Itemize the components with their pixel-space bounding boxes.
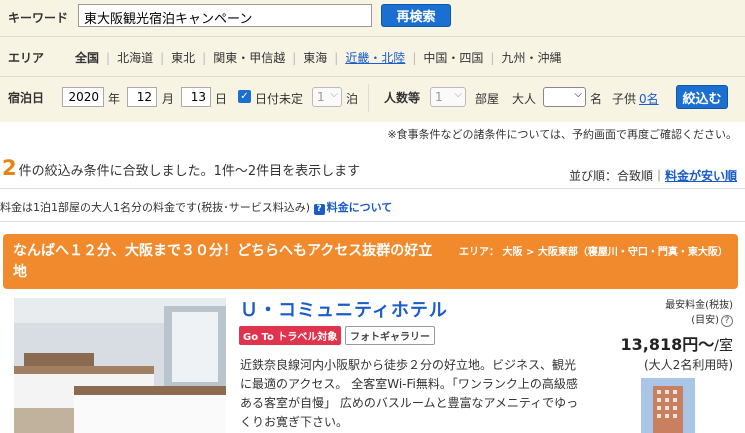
keyword-label: キーワード — [8, 11, 69, 25]
rooms-select[interactable]: 1 ⌵ — [430, 87, 466, 107]
hotel-name[interactable]: Ｕ・コミュニティホテル — [240, 296, 448, 322]
nights-unit: 泊 — [346, 92, 359, 106]
area-list: 全国 | 北海道 | 東北 | 関東・甲信越 | 東海 | 近畿・北陸 | 中国・四国 | 九… — [75, 49, 568, 66]
month-unit: 月 — [162, 92, 175, 106]
divider — [0, 188, 745, 189]
keyword-input[interactable]: 東大阪観光宿泊キャンペーン — [78, 4, 372, 27]
chevron-down-icon: ⌵ — [454, 89, 462, 100]
price-note-text: 料金は1泊1部屋の大人1名分の料金です(税抜･サービス料込み) — [0, 201, 311, 214]
result-count-text: 件の絞込み条件に合致しました。1件〜2件目を表示します — [18, 164, 361, 179]
day-input[interactable]: 13 — [181, 87, 211, 107]
date-undecided-checkbox[interactable]: ✓ — [238, 90, 251, 103]
divider — [0, 76, 745, 77]
hotel-description: 近鉄奈良線河内小阪駅から徒歩２分の好立地。ビジネス、観光に最適のアクセス。 全客… — [240, 358, 579, 429]
sort-label: 並び順：合致順｜ — [568, 169, 665, 183]
area-item-tokai[interactable]: 東海 — [296, 49, 334, 66]
adult-unit: 名 — [590, 92, 603, 106]
area-item-hokkaido[interactable]: 北海道 — [110, 49, 160, 66]
photo-gallery-tag[interactable]: フォトギャラリー — [345, 326, 435, 345]
research-button[interactable]: 再検索 — [381, 4, 451, 27]
banner-title[interactable]: なんばへ１２分、大阪まで３０分！どちらへもアクセス抜群の好立地 — [13, 241, 443, 283]
hotel-banner: なんばへ１２分、大阪まで３０分！どちらへもアクセス抜群の好立地 エリア： 大阪 … — [3, 234, 738, 289]
rooms-unit: 部屋 — [475, 92, 500, 106]
area-item-kyushu[interactable]: 九州・沖縄 — [494, 49, 568, 66]
divider — [0, 36, 745, 37]
price-help-link[interactable]: ? 料金について — [313, 201, 392, 215]
banner-area: エリア： 大阪 > 大阪東部（寝屋川・守口・門真・東大阪） — [459, 247, 728, 258]
year-input[interactable]: 2020 — [62, 87, 104, 107]
area-item-kinki[interactable]: 近畿・北陸 — [338, 49, 412, 66]
sort-price-link[interactable]: 料金が安い順 — [665, 169, 737, 183]
price-note: 料金は1泊1部屋の大人1名分の料金です(税抜･サービス料込み) ? 料金について — [0, 199, 392, 215]
price-label-2: (目安) — [691, 315, 719, 326]
result-count: 2 件の絞込み条件に合致しました。1件〜2件目を表示します — [2, 156, 360, 180]
area-item-tohoku[interactable]: 東北 — [164, 49, 202, 66]
month-input[interactable]: 12 — [127, 87, 157, 107]
divider — [368, 84, 369, 112]
stay-date-label: 宿泊日 — [8, 91, 45, 105]
divider — [0, 221, 745, 222]
filter-button[interactable]: 絞込む — [676, 85, 728, 109]
people-label: 人数等 — [384, 91, 421, 105]
year-unit: 年 — [108, 92, 121, 106]
price-label-1: 最安料金(税抜) — [665, 300, 733, 311]
area-item-all[interactable]: 全国 — [75, 49, 106, 66]
child-label: 子供 — [612, 92, 637, 106]
nights-select[interactable]: 1 ⌵ — [312, 87, 342, 107]
sort-order: 並び順：合致順｜料金が安い順 — [569, 167, 737, 184]
chevron-down-icon: ⌵ — [574, 89, 582, 100]
search-panel: キーワード 東大阪観光宿泊キャンペーン 再検索 エリア 全国 | 北海道 | 東北 |… — [0, 0, 745, 122]
date-undecided-label: 日付未定 — [255, 92, 304, 106]
hotel-photo[interactable] — [14, 298, 226, 433]
price-sub: (大人2名利用時) — [644, 358, 733, 372]
result-count-number: 2 — [2, 156, 17, 180]
area-item-kanto[interactable]: 関東・甲信越 — [206, 49, 292, 66]
adult-label: 大人 — [512, 92, 537, 106]
adult-select[interactable]: ⌵ — [543, 87, 586, 107]
area-item-chugoku[interactable]: 中国・四国 — [416, 49, 490, 66]
chevron-down-icon: ⌵ — [330, 89, 338, 100]
price-value: 13,818円〜/室 — [620, 335, 733, 354]
price-label: 最安料金(税抜) (目安)? — [665, 298, 733, 328]
child-link[interactable]: 0名 — [639, 90, 659, 107]
building-thumbnail[interactable] — [641, 378, 695, 433]
day-unit: 日 — [215, 92, 228, 106]
goto-travel-tag: Go To トラベル対象 — [239, 326, 342, 345]
help-icon[interactable]: ? — [721, 315, 733, 327]
condition-notice: ※食事条件などの諸条件については、予約画面で再度ご確認ください。 — [387, 128, 737, 141]
help-icon: ? — [313, 204, 325, 215]
area-label: エリア — [8, 51, 45, 65]
